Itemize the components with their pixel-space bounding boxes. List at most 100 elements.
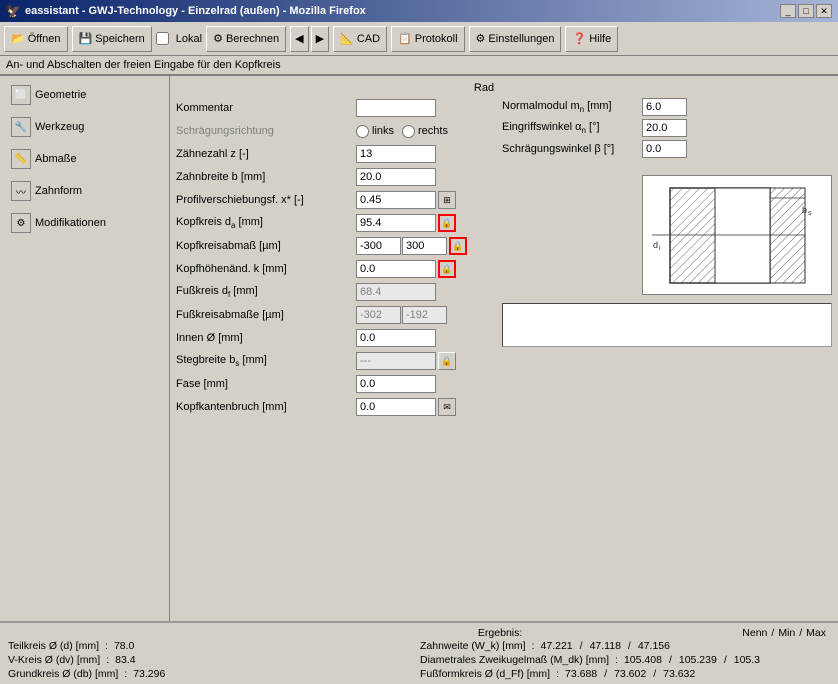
zahnweite-colon: : xyxy=(532,640,535,652)
kopfkreisabmass-lock-btn[interactable]: 🔒 xyxy=(449,237,467,255)
links-radio-label[interactable]: links xyxy=(356,125,394,138)
rechts-radio[interactable] xyxy=(402,125,415,138)
fusskreisabmasse-input2 xyxy=(402,306,447,324)
results-title: Ergebnis: xyxy=(478,627,522,639)
zahnezahl-label: Zähnezahl z [-] xyxy=(176,148,356,160)
fusskreisabmasse-label: Fußkreisabmaße [µm] xyxy=(176,309,356,321)
results-row1-right: Zahnweite (W_k) [mm] : 47.221 / 47.118 /… xyxy=(420,640,830,652)
abmasse-icon: 📏 xyxy=(11,149,31,169)
kopfkreis-input[interactable] xyxy=(356,214,436,232)
info-bar: An- und Abschalten der freien Eingabe fü… xyxy=(0,56,838,76)
nenn-header: Nenn xyxy=(742,627,767,639)
redo-button[interactable]: ▶ xyxy=(311,26,329,52)
kommentar-row: Kommentar xyxy=(176,98,496,118)
diametrales-min: 105.239 xyxy=(679,654,717,666)
open-button[interactable]: 📂 Öffnen xyxy=(4,26,68,52)
zahnweite-label: Zahnweite (W_k) [mm] xyxy=(420,640,526,652)
links-radio[interactable] xyxy=(356,125,369,138)
results-row1-left: Teilkreis Ø (d) [mm] : 78.0 xyxy=(170,640,418,652)
title-bar: 🦅 eassistant - GWJ-Technology - Einzelra… xyxy=(0,0,838,22)
diametrales-max: 105.3 xyxy=(734,654,760,666)
fussform-slash2: / xyxy=(653,668,656,680)
kopfhoehenanderung-lock-btn[interactable]: 🔒 xyxy=(438,260,456,278)
kopfkantenbruch-calc-btn[interactable]: ✉ xyxy=(438,398,456,416)
diametrales-colon: : xyxy=(615,654,618,666)
calc-icon: ⚙ xyxy=(213,32,223,45)
sidebar-item-modifikationen[interactable]: ⚙ Modifikationen xyxy=(4,208,165,238)
local-checkbox[interactable] xyxy=(156,32,169,45)
help-button[interactable]: ❓ Hilfe xyxy=(565,26,618,52)
undo-button[interactable]: ◀ xyxy=(290,26,308,52)
calc-button[interactable]: ⚙ Berechnen xyxy=(206,26,286,52)
protocol-button[interactable]: 📋 Protokoll xyxy=(391,26,465,52)
zahnbreite-input[interactable] xyxy=(356,168,436,186)
eingriffswinkel-input[interactable] xyxy=(642,119,687,137)
fussform-nenn: 73.688 xyxy=(565,668,597,680)
kommentar-input[interactable] xyxy=(356,99,436,117)
schraegungsrichtung-radio-group: links rechts xyxy=(356,125,448,138)
kommentar-label: Kommentar xyxy=(176,102,356,114)
kopfkreisabmass-row: Kopfkreisabmaß [µm] 🔒 xyxy=(176,236,496,256)
normalmodul-input[interactable] xyxy=(642,98,687,116)
left-form: Kommentar Schrägungsrichtung links recht… xyxy=(176,98,496,420)
help-label: Hilfe xyxy=(589,33,611,45)
profilverschiebung-input[interactable] xyxy=(356,191,436,209)
innen-row: Innen Ø [mm] xyxy=(176,328,496,348)
links-label: links xyxy=(372,125,394,137)
fusskreisabmasse-row: Fußkreisabmaße [µm] xyxy=(176,305,496,325)
kopfkreis-lock-btn[interactable]: 🔒 xyxy=(438,214,456,232)
max-header: Max xyxy=(806,627,826,639)
innen-input[interactable] xyxy=(356,329,436,347)
schraegungsrichtung-row: Schrägungsrichtung links rechts xyxy=(176,121,496,141)
kopfhoehenanderung-input[interactable] xyxy=(356,260,436,278)
cad-button[interactable]: 📐 CAD xyxy=(333,26,387,52)
svg-text:b: b xyxy=(802,205,807,215)
gear-svg: d i b s xyxy=(650,178,825,293)
schraegungswinkel-label: Schrägungswinkel β [°] xyxy=(502,143,642,155)
fussform-label: Fußformkreis Ø (d_Ff) [mm] xyxy=(420,668,550,680)
stegbreite-lock-btn[interactable]: 🔒 xyxy=(438,352,456,370)
diametrales-slash1: / xyxy=(669,654,672,666)
diametrales-nenn: 105.408 xyxy=(624,654,662,666)
profilverschiebung-label: Profilverschiebungsf. x* [-] xyxy=(176,194,356,206)
kopfkreisabmass-input2[interactable] xyxy=(402,237,447,255)
lock-icon: 🔒 xyxy=(441,218,452,229)
cad-icon: 📐 xyxy=(340,32,354,45)
results-grid: Teilkreis Ø (d) [mm] : 78.0 Zahnweite (W… xyxy=(170,640,830,680)
normalmodul-label: Normalmodul mn [mm] xyxy=(502,100,642,114)
window-controls[interactable]: _ □ ✕ xyxy=(780,4,832,18)
fase-input[interactable] xyxy=(356,375,436,393)
profilverschiebung-row: Profilverschiebungsf. x* [-] ⊞ xyxy=(176,190,496,210)
zahnweite-min: 47.118 xyxy=(590,640,621,652)
zahnezahl-input[interactable] xyxy=(356,145,436,163)
schraegungsrichtung-label: Schrägungsrichtung xyxy=(176,125,356,137)
close-button[interactable]: ✕ xyxy=(816,4,832,18)
schraegungswinkel-input[interactable] xyxy=(642,140,687,158)
sidebar-item-zahnform[interactable]: 〰 Zahnform xyxy=(4,176,165,206)
fussform-max: 73.632 xyxy=(663,668,695,680)
profilverschiebung-calc-btn[interactable]: ⊞ xyxy=(438,191,456,209)
sidebar-item-geometrie[interactable]: ⬜ Geometrie xyxy=(4,80,165,110)
kopfhoehenanderung-row: Kopfhöhenänd. k [mm] 🔒 xyxy=(176,259,496,279)
svg-text:d: d xyxy=(653,240,658,250)
sidebar-item-abmasse[interactable]: 📏 Abmaße xyxy=(4,144,165,174)
open-label: Öffnen xyxy=(28,33,61,45)
kopfkantenbruch-input[interactable] xyxy=(356,398,436,416)
stegbreite-row: Stegbreite bs [mm] 🔒 xyxy=(176,351,496,371)
stegbreite-label: Stegbreite bs [mm] xyxy=(176,354,356,368)
toolbar: 📂 Öffnen 💾 Speichern Lokal ⚙ Berechnen ◀… xyxy=(0,22,838,56)
kopfkreisabmass-input1[interactable] xyxy=(356,237,401,255)
rechts-radio-label[interactable]: rechts xyxy=(402,125,448,138)
zahnbreite-label: Zahnbreite b [mm] xyxy=(176,171,356,183)
minimize-button[interactable]: _ xyxy=(780,4,796,18)
innen-label: Innen Ø [mm] xyxy=(176,332,356,344)
sidebar-item-werkzeug[interactable]: 🔧 Werkzeug xyxy=(4,112,165,142)
settings-button[interactable]: ⚙ Einstellungen xyxy=(469,26,562,52)
save-button[interactable]: 💾 Speichern xyxy=(72,26,152,52)
zahnezahl-row: Zähnezahl z [-] xyxy=(176,144,496,164)
protocol-label: Protokoll xyxy=(415,33,458,45)
maximize-button[interactable]: □ xyxy=(798,4,814,18)
help-icon: ❓ xyxy=(572,32,586,45)
content-area: Rad Kommentar Schrägungsrichtung xyxy=(170,76,838,681)
sidebar-zahnform-label: Zahnform xyxy=(35,185,82,197)
